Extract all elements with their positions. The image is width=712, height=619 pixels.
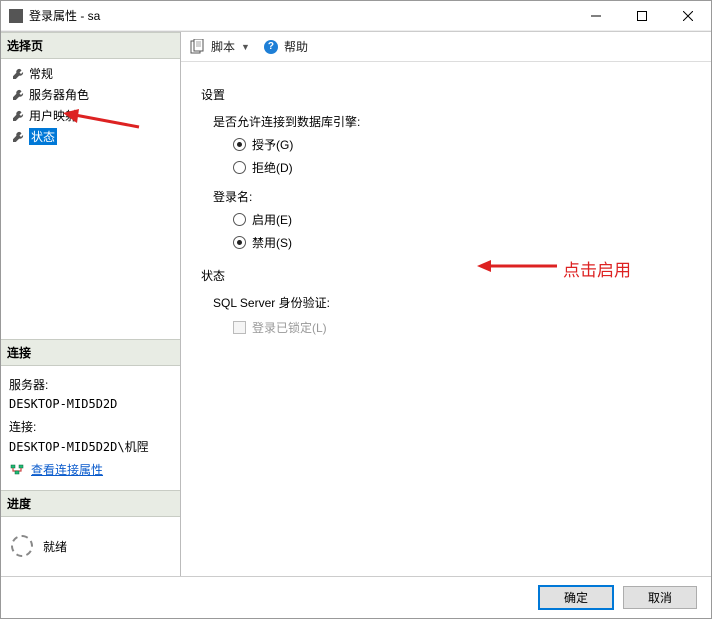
radio-label: 禁用(S) [252, 234, 292, 251]
progress-header: 进度 [1, 490, 180, 517]
select-page-header: 选择页 [1, 32, 180, 59]
login-locked-row: 登录已锁定(L) [233, 319, 691, 336]
conn-value: DESKTOP-MID5D2D\机陧 [9, 438, 172, 457]
radio-enable[interactable]: 启用(E) [233, 211, 691, 228]
view-connection-link[interactable]: 查看连接属性 [31, 461, 103, 480]
view-connection-row[interactable]: 查看连接属性 [9, 461, 172, 480]
login-locked-label: 登录已锁定(L) [252, 319, 327, 336]
connect-permission-group: 是否允许连接到数据库引擎: 授予(G) 拒绝(D) [213, 113, 691, 176]
wrench-icon [11, 130, 25, 144]
progress-ring-icon [11, 535, 33, 557]
footer: 确定 取消 [1, 576, 711, 618]
nav-item-user-mapping[interactable]: 用户映射 [7, 105, 174, 126]
maximize-button[interactable] [619, 1, 665, 31]
radio-label: 启用(E) [252, 211, 292, 228]
cancel-button[interactable]: 取消 [623, 586, 697, 609]
server-value: DESKTOP-MID5D2D [9, 395, 172, 414]
nav-label: 用户映射 [29, 107, 77, 124]
radio-icon [233, 213, 246, 226]
script-dropdown-icon[interactable]: ▼ [241, 42, 250, 52]
nav-label: 服务器角色 [29, 86, 89, 103]
settings-group: 设置 [201, 86, 691, 103]
left-column: 选择页 常规 服务器角色 [1, 32, 181, 576]
radio-icon [233, 236, 246, 249]
nav-label: 常规 [29, 65, 53, 82]
nav-label: 状态 [29, 128, 57, 145]
login-status-group: 登录名: 启用(E) 禁用(S) [213, 188, 691, 251]
nav-list: 常规 服务器角色 用户映射 [1, 59, 180, 339]
window: 登录属性 - sa 选择页 常规 [0, 0, 712, 619]
login-name-label: 登录名: [213, 188, 691, 205]
progress-box: 就绪 [1, 517, 180, 576]
radio-icon [233, 161, 246, 174]
radio-label: 授予(G) [252, 136, 293, 153]
connect-permission-label: 是否允许连接到数据库引擎: [213, 113, 691, 130]
progress-status: 就绪 [43, 538, 67, 555]
checkbox-icon [233, 321, 246, 334]
nav-item-general[interactable]: 常规 [7, 63, 174, 84]
wrench-icon [11, 88, 25, 102]
connection-header: 连接 [1, 339, 180, 366]
radio-label: 拒绝(D) [252, 159, 293, 176]
close-button[interactable] [665, 1, 711, 31]
connection-box: 服务器: DESKTOP-MID5D2D 连接: DESKTOP-MID5D2D… [1, 366, 180, 490]
nav-item-status[interactable]: 状态 [7, 126, 174, 147]
app-icon [9, 9, 23, 23]
right-column: 脚本 ▼ ? 帮助 设置 是否允许连接到数据库引擎: 授予(G) 拒绝(D) [181, 32, 711, 576]
conn-label: 连接: [9, 418, 172, 437]
content-area: 设置 是否允许连接到数据库引擎: 授予(G) 拒绝(D) 登录名: [181, 62, 711, 576]
nav-item-server-roles[interactable]: 服务器角色 [7, 84, 174, 105]
titlebar: 登录属性 - sa [1, 1, 711, 31]
radio-grant[interactable]: 授予(G) [233, 136, 691, 153]
sql-auth-group: SQL Server 身份验证: 登录已锁定(L) [213, 294, 691, 336]
sql-auth-label: SQL Server 身份验证: [213, 294, 691, 311]
status-group: 状态 [201, 267, 691, 284]
window-title: 登录属性 - sa [29, 7, 100, 24]
script-icon [189, 39, 205, 55]
toolbar: 脚本 ▼ ? 帮助 [181, 32, 711, 62]
radio-icon [233, 138, 246, 151]
minimize-button[interactable] [573, 1, 619, 31]
radio-deny[interactable]: 拒绝(D) [233, 159, 691, 176]
radio-disable[interactable]: 禁用(S) [233, 234, 691, 251]
properties-icon [9, 462, 25, 478]
ok-button[interactable]: 确定 [539, 586, 613, 609]
help-icon: ? [264, 40, 278, 54]
script-button[interactable]: 脚本 [211, 38, 235, 55]
help-button[interactable]: 帮助 [284, 38, 308, 55]
wrench-icon [11, 109, 25, 123]
dialog-body: 选择页 常规 服务器角色 [1, 31, 711, 576]
server-label: 服务器: [9, 376, 172, 395]
wrench-icon [11, 67, 25, 81]
